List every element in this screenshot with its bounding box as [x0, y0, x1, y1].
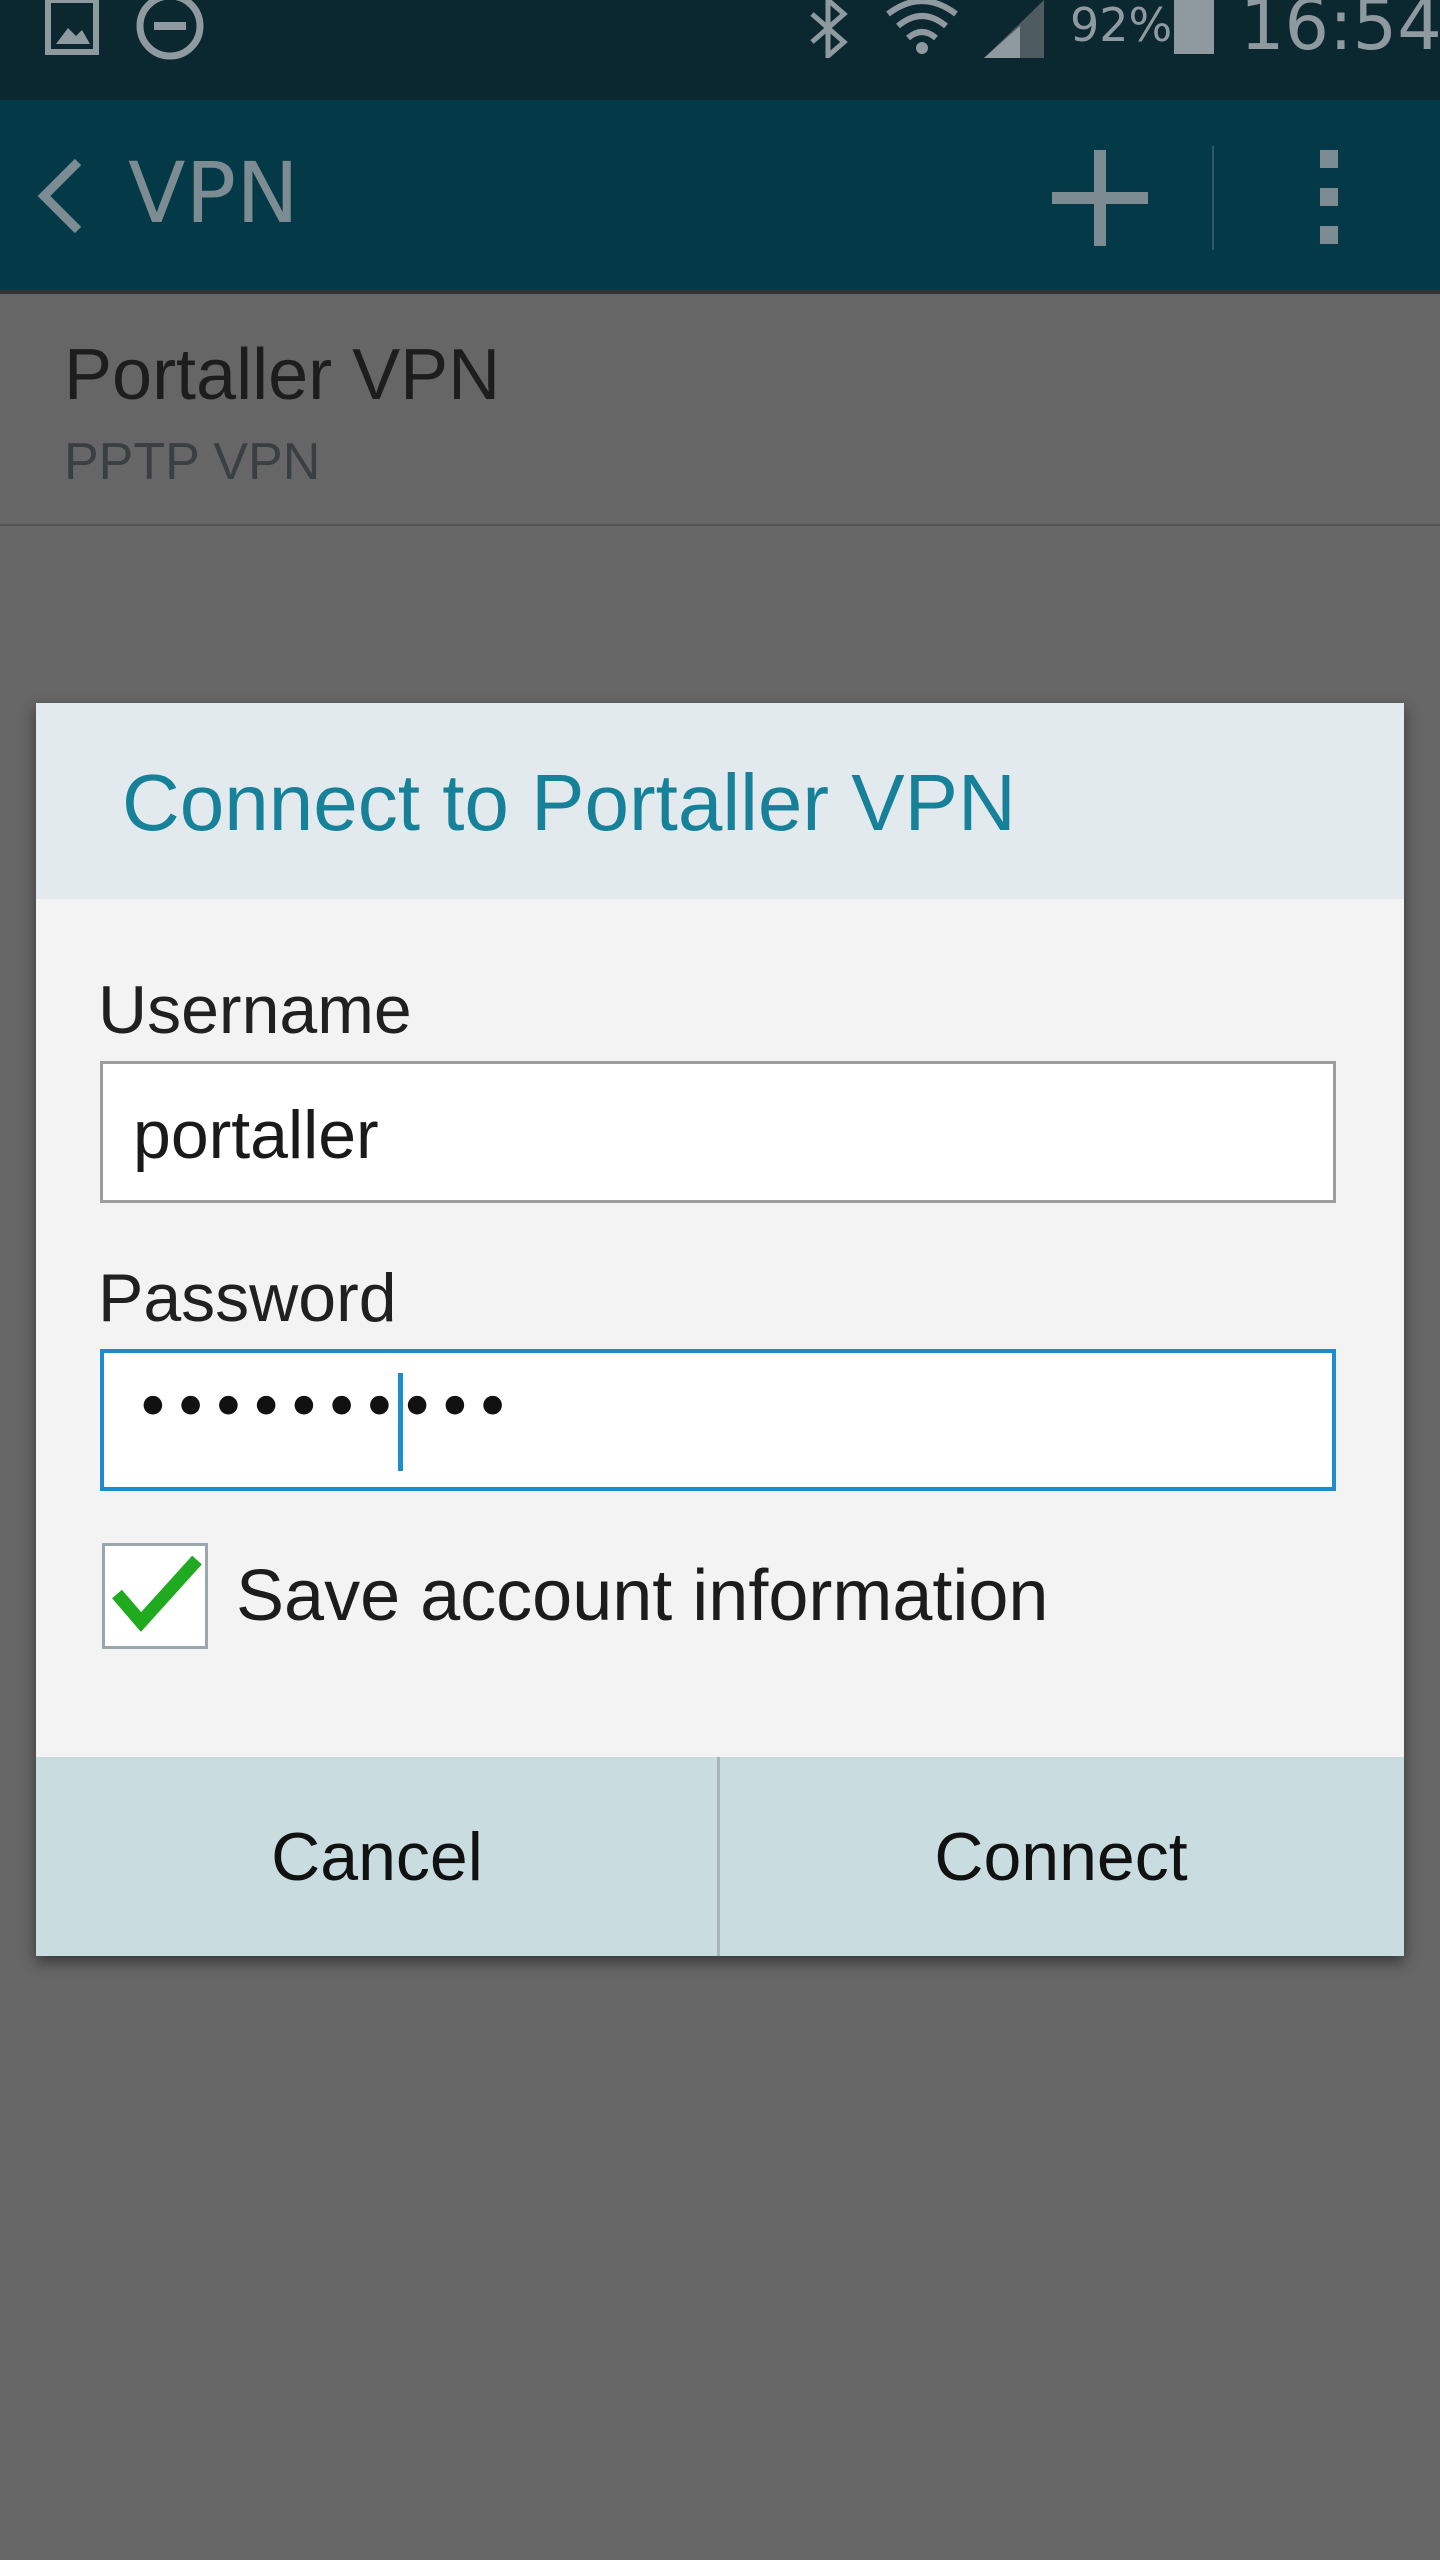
- battery-percent: 92%: [1070, 0, 1173, 52]
- do-not-disturb-icon: [134, 0, 206, 67]
- vpn-type: PPTP VPN: [64, 433, 321, 491]
- connect-button[interactable]: Connect: [720, 1757, 1402, 1956]
- status-bar: 92% 16:54: [0, 0, 1440, 100]
- password-field[interactable]: ••••••••••: [100, 1349, 1336, 1491]
- signal-icon: [980, 0, 1048, 67]
- action-bar: VPN: [0, 100, 1440, 290]
- dialog-buttons: Cancel Connect: [36, 1757, 1404, 1956]
- password-label: Password: [98, 1260, 397, 1336]
- page-title: VPN: [128, 144, 299, 242]
- dialog-header: Connect to Portaller VPN: [36, 703, 1404, 899]
- connect-dialog: Connect to Portaller VPN Username portal…: [36, 703, 1404, 1956]
- wifi-icon: [884, 0, 960, 65]
- dialog-title: Connect to Portaller VPN: [122, 758, 1016, 847]
- password-value: ••••••••••: [134, 1371, 512, 1445]
- back-icon[interactable]: [34, 156, 88, 241]
- text-caret: [398, 1373, 403, 1471]
- bluetooth-icon: [806, 0, 852, 63]
- username-field[interactable]: portaller: [100, 1061, 1336, 1203]
- battery-icon: [1172, 0, 1216, 61]
- clock: 16:54: [1240, 0, 1440, 66]
- vpn-settings-screen: 92% 16:54 VPN Portaller VPN PPTP VPN Con…: [0, 0, 1440, 2560]
- checkmark-icon: [112, 1555, 202, 1632]
- save-account-label[interactable]: Save account information: [236, 1555, 1048, 1637]
- vpn-name: Portaller VPN: [64, 335, 501, 415]
- save-account-checkbox[interactable]: [102, 1543, 208, 1649]
- cancel-button[interactable]: Cancel: [36, 1757, 718, 1956]
- vpn-list-item[interactable]: Portaller VPN PPTP VPN: [0, 294, 1440, 526]
- username-label: Username: [98, 972, 412, 1048]
- overflow-menu-icon[interactable]: [1310, 148, 1346, 253]
- action-bar-divider: [1212, 146, 1214, 250]
- gallery-icon: [44, 0, 100, 63]
- list-divider: [0, 524, 1440, 526]
- add-icon[interactable]: [1048, 146, 1152, 255]
- username-value: portaller: [133, 1097, 379, 1173]
